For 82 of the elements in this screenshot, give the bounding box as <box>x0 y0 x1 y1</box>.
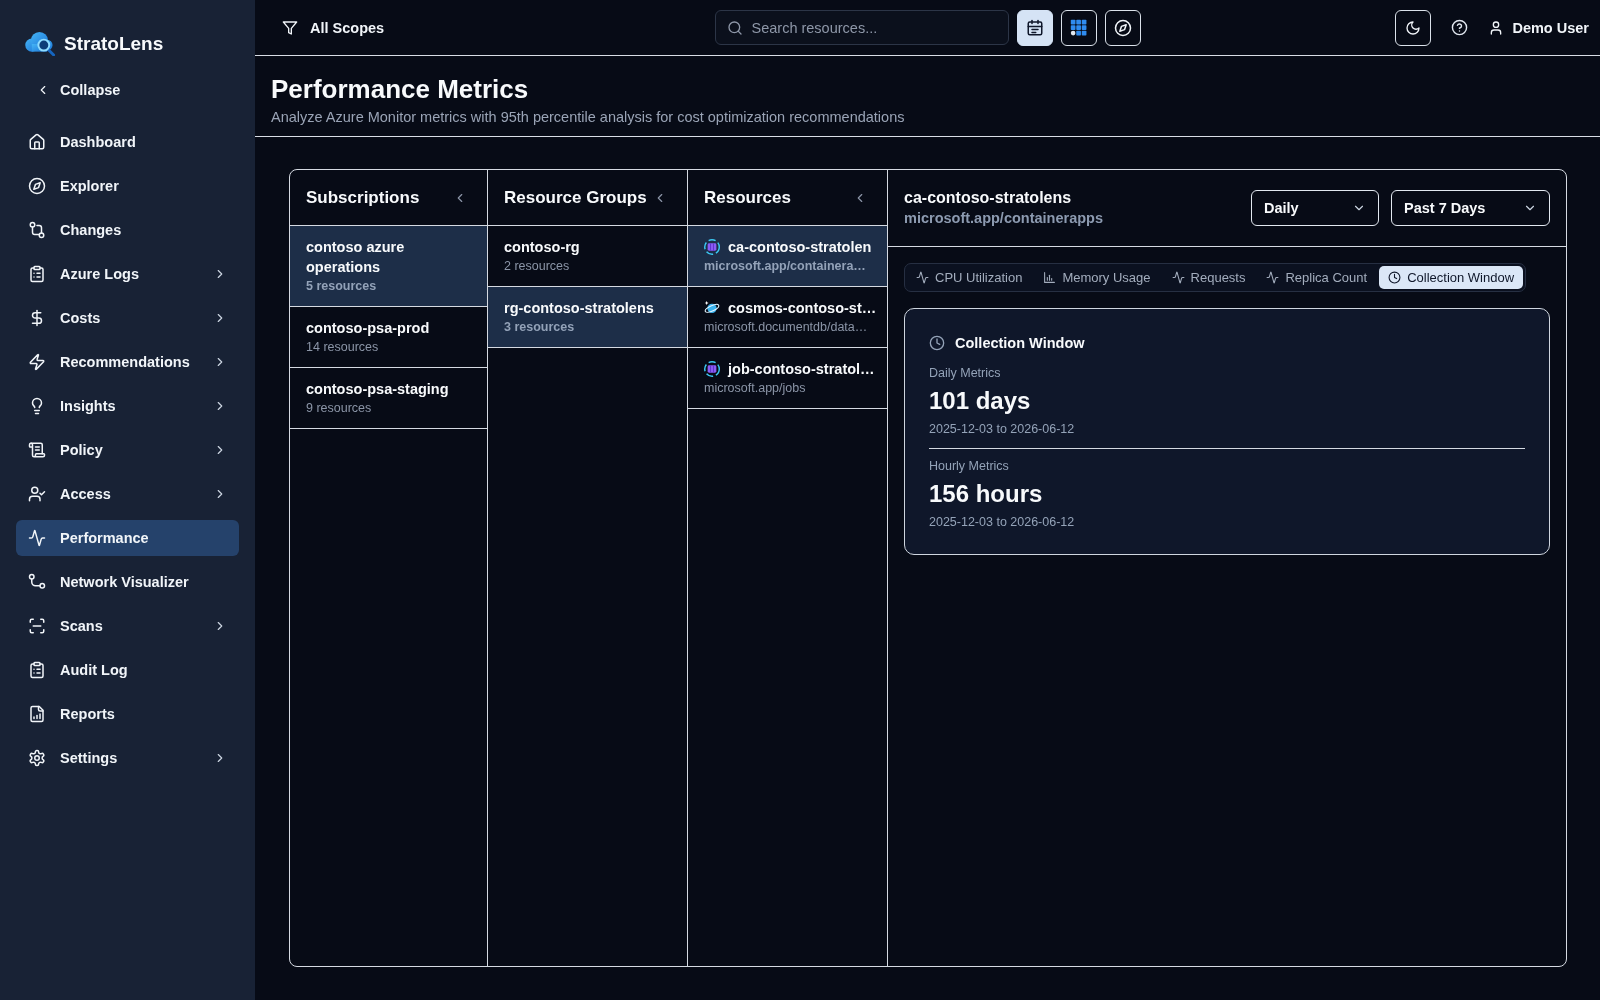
cloud-logo-icon <box>24 32 56 56</box>
list-item[interactable]: contoso azure operations 5 resources <box>290 226 487 307</box>
nav-item[interactable]: Settings <box>16 740 239 776</box>
resource-type: microsoft.app/containerapps <box>904 209 1103 228</box>
nav-item[interactable]: Policy <box>16 432 239 468</box>
lightning-icon <box>28 353 46 371</box>
select-dropdown[interactable]: Daily <box>1251 190 1379 226</box>
metric-value: 101 days <box>929 386 1031 416</box>
select-dropdown[interactable]: Past 7 Days <box>1391 190 1550 226</box>
help-icon[interactable] <box>1451 19 1469 36</box>
toolbar-button[interactable] <box>1016 9 1053 46</box>
nav-item[interactable]: Reports <box>16 696 239 732</box>
collapse-button[interactable]: Collapse <box>30 72 129 108</box>
metric-value: 156 hours <box>929 479 1043 509</box>
search-field[interactable]: Search resources... <box>714 10 1009 45</box>
grid-icon <box>1069 18 1088 37</box>
container-app-icon <box>704 239 720 255</box>
tab[interactable]: Collection Window <box>1379 266 1524 289</box>
branch-icon <box>28 221 46 239</box>
metric-range: 2025-12-03 to 2026-06-12 <box>929 514 1075 531</box>
nav-item[interactable]: Dashboard <box>16 124 239 160</box>
column-title: Resources <box>704 187 791 208</box>
theme-toggle-button[interactable] <box>1395 9 1432 46</box>
clipboard-icon <box>28 661 46 679</box>
nav-item[interactable]: Access <box>16 476 239 512</box>
search-icon <box>726 19 743 36</box>
metric-label: Hourly Metrics <box>929 458 1009 475</box>
planet-icon <box>704 300 720 316</box>
clock-icon <box>1388 271 1402 284</box>
column-title: Resource Groups <box>504 187 647 208</box>
list-item[interactable]: cosmos-contoso-st… microsoft.documentdb/data… <box>688 287 887 348</box>
settings-icon <box>28 749 46 767</box>
tab[interactable]: Requests <box>1162 266 1255 289</box>
nav-item[interactable]: Azure Logs <box>16 256 239 292</box>
pulse-icon <box>916 271 929 284</box>
connected-nodes-icon <box>28 573 46 591</box>
nav-item[interactable]: Network Visualizer <box>16 564 239 600</box>
nav-item[interactable]: Recommendations <box>16 344 239 380</box>
calendar-icon <box>1025 18 1044 37</box>
nav-item[interactable]: Costs <box>16 300 239 336</box>
nav-item[interactable]: Scans <box>16 608 239 644</box>
toolbar-button[interactable] <box>1104 9 1141 46</box>
scroll-icon <box>28 441 46 459</box>
moon-icon <box>1405 19 1422 36</box>
pulse-icon <box>28 529 46 547</box>
metric-label: Daily Metrics <box>929 365 1001 382</box>
list-item[interactable]: contoso-psa-prod 14 resources <box>290 307 487 368</box>
scan-icon <box>28 617 46 635</box>
nav-item[interactable]: Insights <box>16 388 239 424</box>
home-icon <box>28 133 46 151</box>
list-item[interactable]: ca-contoso-stratolen microsoft.app/containera… <box>688 226 887 287</box>
page-title: Performance Metrics <box>271 73 529 105</box>
card-title: Collection Window <box>955 334 1085 353</box>
compass-icon <box>28 177 46 195</box>
tab[interactable]: Replica Count <box>1257 266 1377 289</box>
pulse-icon <box>1171 271 1185 284</box>
chart-file-icon <box>28 705 46 723</box>
pulse-icon <box>1266 271 1280 284</box>
scope-filter-button[interactable]: All Scopes <box>280 15 387 40</box>
container-app-icon <box>704 361 720 377</box>
list-item[interactable]: contoso-psa-staging 9 resources <box>290 368 487 429</box>
nav-item[interactable]: Audit Log <box>16 652 239 688</box>
tab[interactable]: Memory Usage <box>1034 266 1160 289</box>
bar-chart-icon <box>1043 271 1057 284</box>
metric-range: 2025-12-03 to 2026-06-12 <box>929 421 1075 438</box>
nav-item[interactable]: Performance <box>16 520 239 556</box>
toolbar-button[interactable] <box>1060 9 1097 46</box>
resource-name: ca-contoso-stratolens <box>904 188 1072 208</box>
tab[interactable]: CPU Utilization <box>907 266 1032 289</box>
clipboard-icon <box>28 265 46 283</box>
clock-icon <box>929 335 945 351</box>
user-check-icon <box>28 485 46 503</box>
nav-item[interactable]: Changes <box>16 212 239 248</box>
list-item[interactable]: rg-contoso-stratolens 3 resources <box>488 287 687 348</box>
column-title: Subscriptions <box>306 187 420 208</box>
page-subtitle: Analyze Azure Monitor metrics with 95th percentile analysis for cost optimization recommendations <box>271 108 905 126</box>
user-menu-button[interactable]: Demo User <box>1488 15 1589 40</box>
brand-name: StratoLens <box>64 33 164 55</box>
compass-icon <box>1113 18 1132 37</box>
list-item[interactable]: job-contoso-stratol… microsoft.app/jobs <box>688 348 887 409</box>
filter-icon <box>282 19 298 36</box>
nav-item[interactable]: Explorer <box>16 168 239 204</box>
